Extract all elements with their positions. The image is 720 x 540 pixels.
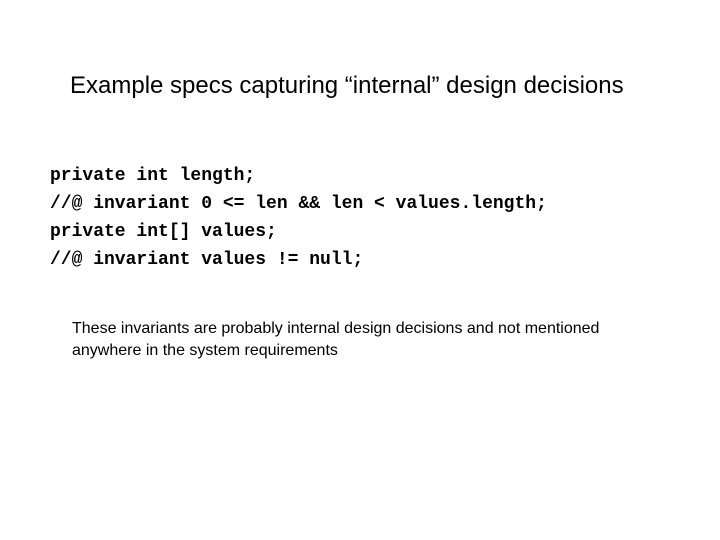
body-paragraph: These invariants are probably internal d… bbox=[72, 318, 657, 361]
slide: Example specs capturing “internal” desig… bbox=[0, 0, 720, 540]
code-block: private int length; //@ invariant 0 <= l… bbox=[50, 163, 680, 275]
slide-title: Example specs capturing “internal” desig… bbox=[70, 72, 680, 101]
